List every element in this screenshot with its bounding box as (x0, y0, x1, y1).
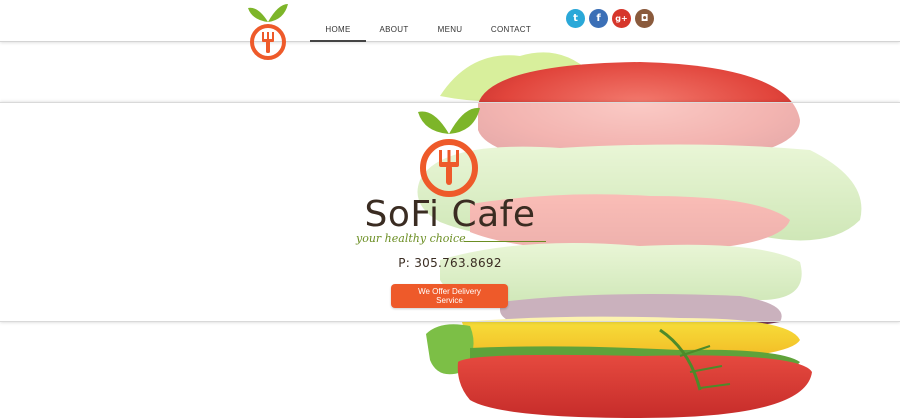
nav-about[interactable]: ABOUT (366, 18, 422, 42)
nav-menu[interactable]: MENU (422, 18, 478, 42)
phone-number: P: 305.763.8692 (398, 256, 502, 270)
tagline-divider (464, 241, 546, 242)
apple-fork-logo-icon (418, 107, 480, 197)
main-nav: HOME ABOUT MENU CONTACT (310, 18, 544, 42)
header-logo[interactable] (246, 2, 290, 62)
delivery-button[interactable]: We Offer Delivery Service (391, 284, 508, 308)
twitter-icon[interactable]: t (566, 9, 585, 28)
facebook-icon[interactable]: f (589, 9, 608, 28)
brand-tagline: your healthy choice (356, 232, 466, 245)
page: HOME ABOUT MENU CONTACT t f g+ ◘ SoFi Ca… (0, 0, 900, 418)
social-links: t f g+ ◘ (566, 9, 654, 28)
brand-name: SoFi Cafe (364, 194, 536, 235)
nav-home[interactable]: HOME (310, 18, 366, 42)
instagram-icon[interactable]: ◘ (635, 9, 654, 28)
google-plus-icon[interactable]: g+ (612, 9, 631, 28)
nav-contact[interactable]: CONTACT (478, 18, 544, 42)
